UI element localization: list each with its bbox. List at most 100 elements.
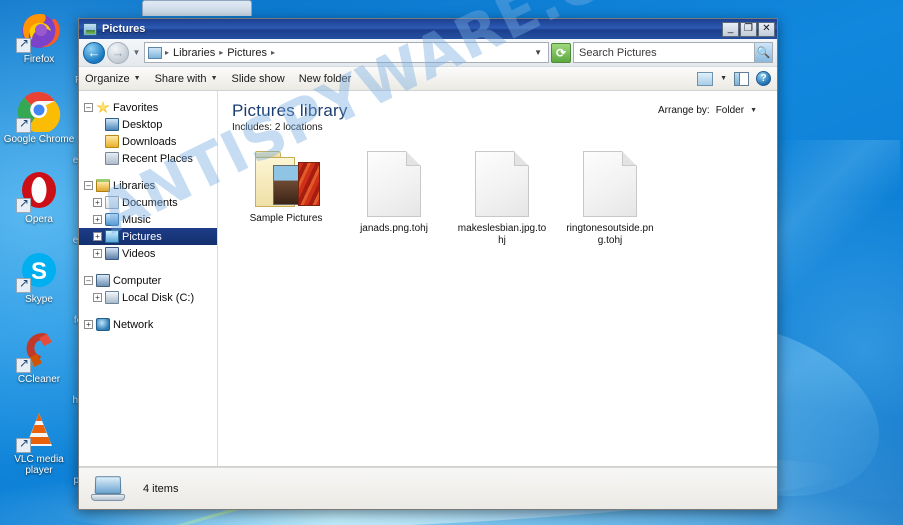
- tree-label: Pictures: [122, 230, 162, 243]
- desktop-icon: [105, 118, 119, 131]
- expander-icon[interactable]: +: [93, 215, 102, 224]
- computer-status-icon: [91, 475, 125, 503]
- share-with-label: Share with: [154, 72, 207, 85]
- organize-button[interactable]: Organize ▼: [85, 73, 141, 85]
- window-controls: _ ❐ ✕: [722, 21, 775, 37]
- shortcut-overlay-icon: [16, 276, 31, 293]
- navigation-pane: – Favorites Desktop Downloads Recent Pla…: [79, 91, 218, 466]
- arrange-by-control[interactable]: Arrange by: Folder ▼: [658, 105, 757, 116]
- expander-icon[interactable]: –: [84, 181, 93, 190]
- file-grid: Sample Pictures janads.png.tohj makesles…: [232, 151, 763, 247]
- shortcut-overlay-icon: [16, 436, 31, 453]
- svg-text:S: S: [31, 258, 47, 285]
- opera-icon: [16, 168, 61, 213]
- chevron-right-icon: ▸: [270, 48, 275, 57]
- tree-node-recent-places[interactable]: Recent Places: [79, 150, 217, 167]
- library-includes: Includes: 2 locations: [232, 122, 763, 133]
- expander-icon[interactable]: +: [93, 232, 102, 241]
- expander-icon[interactable]: +: [93, 249, 102, 258]
- shortcut-overlay-icon: [16, 356, 31, 373]
- file-item-ringtonesoutside[interactable]: ringtonesoutside.png.tohj: [556, 151, 664, 247]
- expander-icon[interactable]: –: [84, 103, 93, 112]
- status-bar: 4 items: [79, 467, 777, 509]
- tree-label: Recent Places: [122, 152, 193, 165]
- file-list-pane[interactable]: Pictures library Includes: 2 locations A…: [218, 91, 777, 466]
- expander-icon[interactable]: +: [84, 320, 93, 329]
- blank-document-icon: [367, 151, 421, 217]
- file-label: ringtonesoutside.png.tohj: [566, 223, 654, 246]
- tree-node-computer[interactable]: – Computer: [79, 272, 217, 289]
- close-button[interactable]: ✕: [758, 21, 775, 37]
- pictures-folder-icon: [83, 22, 97, 36]
- breadcrumb-bar[interactable]: ▸ Libraries ▸ Pictures ▸ ▼: [144, 42, 549, 63]
- breadcrumb-root-icon[interactable]: [148, 46, 162, 59]
- breadcrumb-pictures[interactable]: Pictures: [226, 47, 268, 59]
- breadcrumb-libraries[interactable]: Libraries: [172, 47, 216, 59]
- pictures-icon: [105, 230, 119, 243]
- search-input[interactable]: Search Pictures 🔍: [573, 42, 773, 63]
- tree-node-libraries[interactable]: – Libraries: [79, 177, 217, 194]
- tree-node-downloads[interactable]: Downloads: [79, 133, 217, 150]
- includes-value: 2 locations: [274, 122, 323, 133]
- history-dropdown-icon[interactable]: ▼: [131, 48, 142, 57]
- arrange-by-value: Folder: [715, 105, 745, 116]
- expander-icon[interactable]: +: [93, 198, 102, 207]
- tree-group-computer: – Computer + Local Disk (C:): [79, 272, 217, 306]
- expander-icon[interactable]: –: [84, 276, 93, 285]
- chevron-down-icon: ▼: [133, 75, 141, 82]
- background-window-edge[interactable]: [142, 0, 252, 16]
- tree-node-music[interactable]: + Music: [79, 211, 217, 228]
- search-icon[interactable]: 🔍: [754, 43, 772, 62]
- tree-label: Network: [113, 318, 154, 331]
- chrome-icon: [16, 88, 61, 134]
- maximize-button[interactable]: ❐: [740, 21, 757, 37]
- tree-label: Favorites: [113, 101, 159, 114]
- blank-document-icon: [475, 151, 529, 217]
- tree-node-videos[interactable]: + Videos: [79, 245, 217, 262]
- minimize-button[interactable]: _: [722, 21, 739, 37]
- tree-label: Downloads: [122, 135, 177, 148]
- tree-node-pictures[interactable]: + Pictures: [79, 228, 217, 245]
- file-item-makeslesbian[interactable]: makeslesbian.jpg.tohj: [448, 151, 556, 247]
- documents-icon: [105, 196, 119, 209]
- view-layout-icon[interactable]: [697, 71, 714, 86]
- libraries-icon: [96, 179, 110, 192]
- tree-label: Desktop: [122, 118, 163, 131]
- computer-icon: [96, 274, 110, 287]
- refresh-button[interactable]: ⟳: [551, 42, 571, 63]
- view-chevron-down-icon[interactable]: ▼: [720, 75, 727, 82]
- window-titlebar[interactable]: Pictures _ ❐ ✕: [79, 19, 777, 39]
- file-item-janads[interactable]: janads.png.tohj: [340, 151, 448, 247]
- blank-document-icon: [583, 151, 637, 217]
- share-with-button[interactable]: Share with ▼: [155, 73, 218, 85]
- back-button[interactable]: ←: [83, 41, 105, 64]
- recent-places-icon: [105, 152, 119, 165]
- expander-placeholder-icon: [93, 120, 102, 129]
- command-toolbar: Organize ▼ Share with ▼ Slide show New f…: [79, 67, 777, 91]
- tree-node-local-disk-c[interactable]: + Local Disk (C:): [79, 289, 217, 306]
- address-bar: ← → ▼ ▸ Libraries ▸ Pictures ▸ ▼ ⟳ Searc…: [79, 39, 777, 67]
- tree-node-desktop[interactable]: Desktop: [79, 116, 217, 133]
- slide-show-button[interactable]: Slide show: [232, 73, 285, 85]
- shortcut-overlay-icon: [16, 116, 31, 133]
- organize-label: Organize: [85, 72, 130, 85]
- file-item-sample-pictures[interactable]: Sample Pictures: [232, 151, 340, 247]
- star-icon: [96, 101, 110, 113]
- tree-group-favorites: – Favorites Desktop Downloads Recent Pla…: [79, 99, 217, 167]
- tree-node-network[interactable]: + Network: [79, 316, 217, 333]
- help-icon[interactable]: ?: [756, 71, 771, 86]
- new-folder-button[interactable]: New folder: [299, 73, 352, 85]
- expander-icon[interactable]: +: [93, 293, 102, 302]
- downloads-icon: [105, 135, 119, 148]
- chevron-right-icon: ▸: [219, 48, 224, 57]
- breadcrumb-dropdown-icon[interactable]: ▼: [534, 48, 545, 57]
- file-label: Sample Pictures: [249, 213, 323, 224]
- preview-pane-icon[interactable]: [734, 71, 749, 86]
- forward-button[interactable]: →: [107, 41, 129, 64]
- folder-icon: [253, 151, 320, 207]
- tree-group-network: + Network: [79, 316, 217, 333]
- chevron-down-icon: ▼: [750, 107, 757, 114]
- tree-node-documents[interactable]: + Documents: [79, 194, 217, 211]
- search-placeholder: Search Pictures: [579, 46, 657, 59]
- tree-node-favorites[interactable]: – Favorites: [79, 99, 217, 116]
